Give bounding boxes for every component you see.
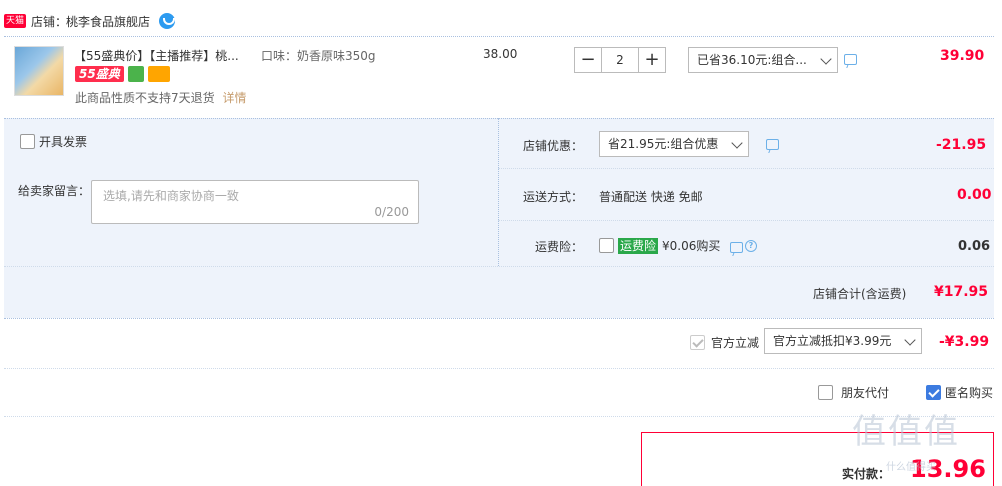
quantity-input[interactable]: 2: [602, 47, 638, 73]
divider: [498, 220, 994, 221]
anonymous-option[interactable]: 匿名购买: [926, 384, 993, 401]
anonymous-label: 匿名购买: [945, 386, 994, 400]
official-discount-checkbox[interactable]: [690, 335, 705, 350]
message-textarea[interactable]: 选填,请先和商家协商一致 0/200: [91, 180, 419, 224]
shipping-label: 运送方式：: [523, 190, 584, 204]
chevron-down-icon: [820, 53, 832, 65]
tag-55-festival: 55盛典: [75, 66, 124, 82]
chat-icon[interactable]: [766, 139, 779, 150]
store-discount-amount: -21.95: [936, 137, 987, 153]
product-tags: 55盛典: [75, 66, 170, 82]
help-icon[interactable]: ?: [745, 240, 757, 252]
divider: [4, 266, 994, 267]
item-discount-select-value: 已省36.10元:组合...: [697, 53, 807, 67]
chevron-down-icon: [904, 334, 916, 346]
invoice-option[interactable]: 开具发票: [20, 133, 87, 150]
shipping-amount: 0.00: [957, 187, 992, 203]
anonymous-checkbox[interactable]: [926, 385, 941, 400]
insurance-option[interactable]: 运费险 ¥0.06购买: [599, 237, 720, 254]
item-subtotal: 39.90: [940, 48, 985, 64]
store-discount-select-value: 省21.95元:组合优惠: [608, 137, 719, 151]
friend-pay-checkbox[interactable]: [818, 385, 833, 400]
return-notice: 此商品性质不支持7天退货 详情: [75, 89, 246, 106]
watermark-logo: 值值值: [852, 412, 960, 452]
increase-button[interactable]: +: [638, 47, 666, 73]
official-discount-select-value: 官方立减抵扣¥3.99元: [773, 334, 892, 348]
detail-link[interactable]: 详情: [222, 91, 246, 105]
unit-price: 38.00: [483, 47, 518, 61]
watermark-subtext: 什么值得买: [886, 462, 936, 473]
store-total-amount: ¥17.95: [934, 284, 989, 300]
friend-pay-option[interactable]: 朋友代付: [818, 384, 889, 401]
official-discount-option[interactable]: 官方立减: [690, 334, 759, 351]
store-header: 天猫 店铺： 桃李食品旗舰店: [4, 12, 176, 30]
insurance-tag: 运费险: [618, 237, 659, 254]
store-discount-label: 店铺优惠：: [523, 139, 584, 153]
coupon-tag-icon: [147, 66, 170, 82]
item-discount-select[interactable]: 已省36.10元:组合...: [688, 47, 838, 73]
invoice-label: 开具发票: [39, 135, 88, 149]
official-discount-label: 官方立减: [711, 336, 760, 350]
divider: [498, 118, 499, 266]
product-title-link[interactable]: 【55盛典价】【主播推荐】桃...: [74, 47, 254, 64]
chat-icon[interactable]: [844, 54, 857, 65]
product-spec: 口味：奶香原味350g: [261, 49, 376, 63]
store-discount-select[interactable]: 省21.95元:组合优惠: [599, 131, 749, 157]
divider: [498, 168, 994, 169]
wangwang-chat-icon[interactable]: [159, 13, 176, 29]
official-discount-select[interactable]: 官方立减抵扣¥3.99元: [764, 328, 922, 354]
green-tag-icon: [127, 66, 144, 82]
store-label: 店铺：: [31, 14, 68, 29]
insurance-price: ¥0.06购买: [662, 239, 721, 253]
insurance-label: 运费险：: [535, 240, 584, 254]
chevron-down-icon: [731, 137, 743, 149]
divider: [4, 318, 994, 319]
divider: [4, 36, 994, 37]
shipping-method: 普通配送 快递 免邮: [599, 190, 703, 204]
decrease-button[interactable]: −: [574, 47, 602, 73]
official-discount-amount: -¥3.99: [939, 334, 990, 350]
message-placeholder: 选填,请先和商家协商一致: [103, 189, 239, 203]
store-total-label: 店铺合计(含运费): [813, 287, 907, 301]
store-name-link[interactable]: 桃李食品旗舰店: [66, 13, 150, 30]
divider: [4, 416, 994, 417]
product-thumbnail[interactable]: [14, 46, 64, 96]
invoice-checkbox[interactable]: [20, 134, 35, 149]
friend-pay-label: 朋友代付: [841, 386, 890, 400]
tmall-badge: 天猫: [4, 14, 27, 28]
message-label: 给卖家留言：: [18, 184, 91, 198]
quantity-stepper: − 2 +: [574, 47, 666, 73]
insurance-checkbox[interactable]: [599, 238, 614, 253]
divider: [4, 118, 994, 119]
message-counter: 0/200: [374, 205, 409, 219]
return-notice-text: 此商品性质不支持7天退货: [75, 91, 215, 105]
divider: [4, 368, 994, 369]
chat-icon[interactable]: [730, 242, 743, 253]
insurance-amount: 0.06: [958, 239, 991, 254]
payment-label: 实付款：: [842, 467, 891, 481]
